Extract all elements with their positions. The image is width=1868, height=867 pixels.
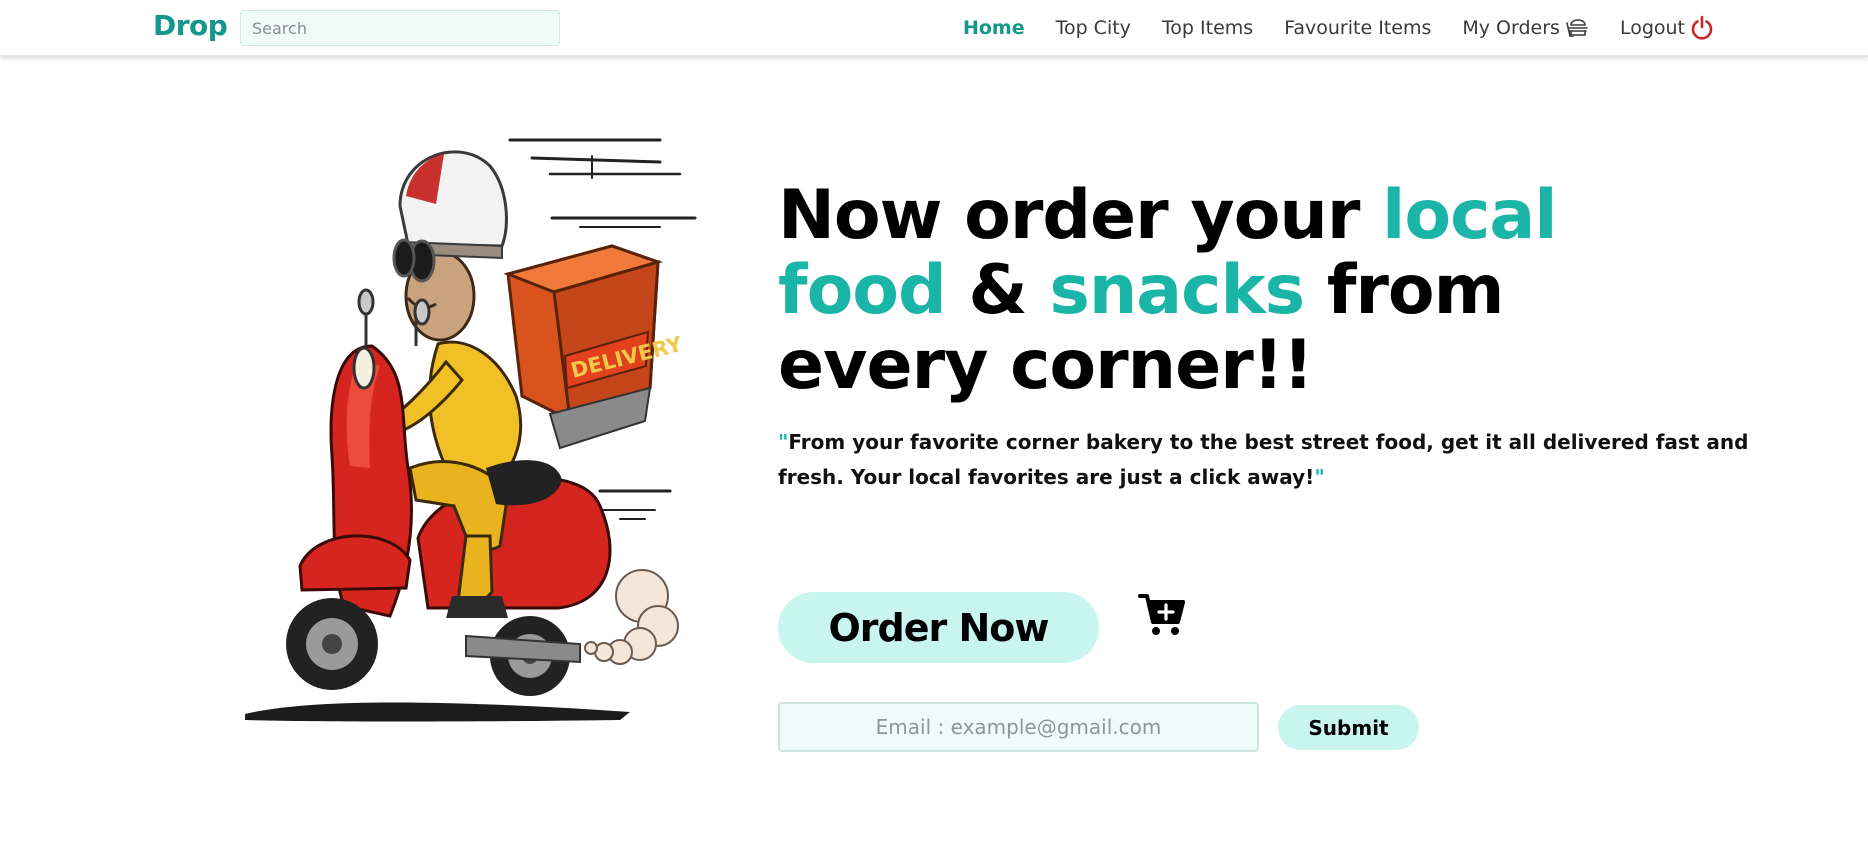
headline-part: Now order your: [778, 176, 1383, 255]
nav-home-label: Home: [962, 16, 1025, 39]
headline-ampersand: &: [945, 251, 1050, 330]
headline-from: from: [1304, 251, 1505, 330]
nav-home[interactable]: Home: [963, 17, 1025, 39]
nav-links: Home Top City Top Items Favourite Items …: [932, 0, 1714, 55]
tagline-text: From your favorite corner bakery to the …: [778, 430, 1749, 489]
nav-logout[interactable]: Logout: [1620, 15, 1714, 41]
navbar: Drop Home Top City Top Items Favourite I…: [0, 0, 1868, 57]
power-icon-svg: [1691, 15, 1713, 40]
nav-favourite-items[interactable]: Favourite Items: [1284, 17, 1431, 39]
headline-accent-food: food: [778, 251, 947, 330]
delivery-scooter-illustration: DELIVERY: [245, 138, 697, 722]
nav-top-city[interactable]: Top City: [1056, 17, 1131, 39]
nav-top-city-label: Top City: [1055, 16, 1131, 39]
power-icon: [1690, 15, 1714, 41]
submit-button[interactable]: Submit: [1278, 705, 1419, 750]
quote-open-mark: ": [778, 430, 789, 454]
order-now-button[interactable]: Order Now: [778, 592, 1099, 663]
brand-logo[interactable]: Drop: [153, 9, 228, 42]
nav-my-orders[interactable]: My Orders: [1462, 16, 1589, 40]
hero-tagline: "From your favorite corner bakery to the…: [778, 425, 1788, 495]
nav-top-items[interactable]: Top Items: [1162, 17, 1253, 39]
search-input[interactable]: [240, 10, 560, 46]
headline-every-corner: every corner!!: [778, 326, 1314, 405]
headline-accent-local: local: [1382, 176, 1558, 255]
hero-headline: Now order your local food & snacks from …: [778, 178, 1598, 403]
burger-icon: [1565, 16, 1589, 40]
nav-my-orders-label: My Orders: [1462, 16, 1560, 39]
nav-favourite-items-label: Favourite Items: [1284, 16, 1432, 39]
nav-logout-label: Logout: [1619, 16, 1685, 39]
quote-close-mark: ": [1314, 465, 1325, 489]
add-to-cart-icon[interactable]: [1138, 592, 1186, 638]
email-input[interactable]: [778, 702, 1259, 752]
nav-top-items-label: Top Items: [1161, 16, 1254, 39]
headline-accent-snacks: snacks: [1049, 251, 1305, 330]
